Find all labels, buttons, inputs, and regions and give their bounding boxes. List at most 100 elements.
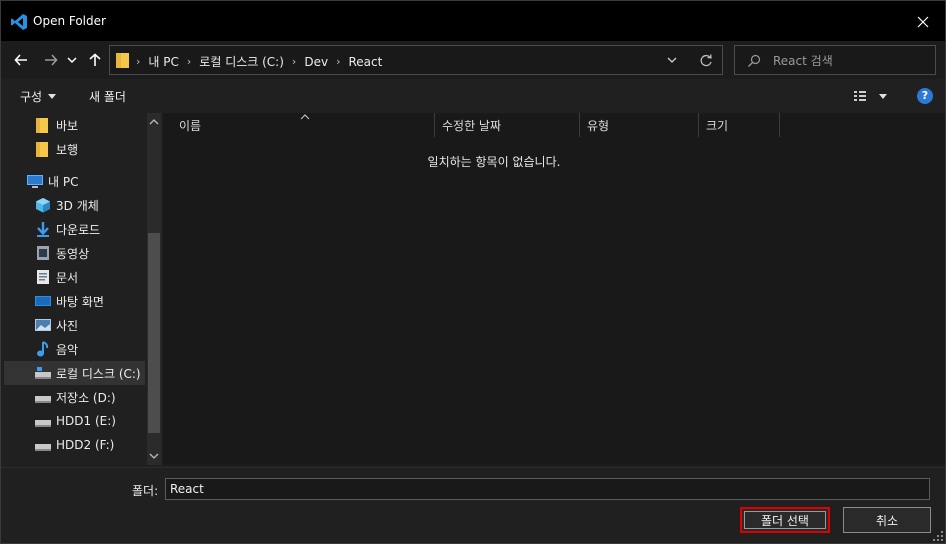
resize-grip-icon[interactable] [933, 531, 943, 541]
details-view-icon [854, 91, 887, 101]
chevron-down-icon[interactable] [147, 449, 161, 463]
forward-button[interactable] [41, 50, 61, 70]
desktop-icon [35, 296, 51, 306]
title-bar: Open Folder [1, 1, 945, 41]
folder-icon [36, 142, 48, 157]
arrow-up-icon [89, 53, 101, 66]
search-box[interactable] [734, 45, 936, 75]
chevron-right-icon[interactable]: › [336, 55, 340, 68]
select-folder-button[interactable]: 폴더 선택 [740, 507, 830, 533]
nav-item-storage-d[interactable]: 저장소 (D:) [4, 385, 145, 409]
nav-item-label: HDD2 (F:) [56, 438, 115, 452]
nav-item-label: 3D 개체 [56, 198, 99, 213]
nav-item-downloads[interactable]: 다운로드 [4, 217, 145, 241]
column-header-label: 수정한 날짜 [442, 118, 502, 133]
column-header-name[interactable]: 이름 [163, 113, 435, 137]
nav-item-label: 동영상 [56, 246, 90, 261]
back-button[interactable] [11, 50, 31, 70]
nav-item-label: 음악 [56, 342, 79, 357]
nav-item-label: 보행 [56, 142, 79, 157]
breadcrumb-item-dev[interactable]: Dev [304, 55, 328, 69]
column-header-label: 이름 [179, 118, 202, 133]
download-icon [37, 222, 49, 237]
vscode-app-icon [11, 14, 27, 30]
nav-item-3d-objects[interactable]: 3D 개체 [4, 193, 145, 217]
folder-name-input[interactable] [165, 478, 930, 500]
drive-icon [35, 420, 51, 427]
command-toolbar: 구성 새 폴더 ? [1, 79, 945, 111]
nav-item-label: 다운로드 [56, 222, 101, 237]
chevron-down-icon [67, 57, 77, 64]
address-row: › 내 PC › 로컬 디스크 (C:) › Dev › React [1, 41, 945, 79]
view-options-button[interactable] [851, 88, 891, 104]
nav-item-label: HDD1 (E:) [56, 414, 116, 428]
nav-item-documents[interactable]: 문서 [4, 265, 145, 289]
folder-icon [36, 118, 48, 133]
new-folder-button[interactable]: 새 폴더 [89, 88, 126, 105]
document-icon [37, 270, 49, 284]
breadcrumb-item-this-pc[interactable]: 내 PC [148, 53, 178, 70]
video-icon [37, 246, 49, 260]
cancel-button[interactable]: 취소 [843, 507, 931, 533]
nav-item-hdd2-f[interactable]: HDD2 (F:) [4, 433, 145, 457]
nav-item-label: 사진 [56, 318, 79, 333]
nav-item-label: 바탕 화면 [56, 294, 104, 309]
computer-icon [27, 175, 43, 188]
close-icon [917, 16, 929, 28]
drive-icon [35, 367, 51, 379]
nav-item-videos[interactable]: 동영상 [4, 241, 145, 265]
open-folder-dialog: Open Folder › 내 PC › 로컬 디스크 (C:) › Dev ›… [0, 0, 946, 544]
nav-item-music[interactable]: 음악 [4, 337, 145, 361]
nav-item-desktop[interactable]: 바탕 화면 [4, 289, 145, 313]
help-button[interactable]: ? [917, 88, 933, 104]
breadcrumb-item-local-disk[interactable]: 로컬 디스크 (C:) [199, 53, 284, 70]
close-button[interactable] [901, 5, 945, 39]
nav-item-label: 저장소 (D:) [56, 390, 116, 405]
scroll-thumb[interactable] [148, 233, 160, 433]
address-history-chevron-icon[interactable] [666, 54, 678, 66]
organize-menu-button[interactable]: 구성 [20, 88, 57, 105]
search-input[interactable] [773, 52, 923, 70]
organize-label: 구성 [20, 90, 43, 104]
breadcrumb: › 내 PC › 로컬 디스크 (C:) › Dev › React [136, 53, 382, 70]
file-list: 이름 수정한 날짜 유형 크기 일치하는 항목이 없습니다. [163, 113, 945, 465]
breadcrumb-item-react[interactable]: React [348, 55, 382, 69]
dialog-footer: 폴더: 폴더 선택 취소 [1, 467, 945, 543]
select-folder-button-label: 폴더 선택 [761, 513, 809, 528]
nav-item-hdd1-e[interactable]: HDD1 (E:) [4, 409, 145, 433]
nav-item-label: 바보 [56, 118, 79, 133]
nav-item-bohaeng[interactable]: 보행 [4, 137, 145, 161]
column-header-type[interactable]: 유형 [580, 113, 699, 137]
folder-icon [116, 53, 129, 68]
window-title: Open Folder [33, 14, 106, 28]
refresh-icon[interactable] [698, 53, 714, 69]
chevron-up-icon[interactable] [147, 115, 161, 129]
chevron-right-icon[interactable]: › [136, 55, 140, 68]
cancel-button-label: 취소 [875, 513, 899, 528]
search-icon [748, 54, 761, 67]
picture-icon [35, 319, 51, 331]
nav-item-label: 내 PC [48, 174, 79, 189]
cube-icon [36, 198, 50, 213]
recent-locations-button[interactable] [65, 50, 79, 70]
folder-label: 폴더: [132, 484, 159, 498]
nav-item-this-pc[interactable]: 내 PC [4, 169, 145, 193]
nav-item-label: 로컬 디스크 (C:) [56, 366, 141, 381]
music-icon [37, 341, 49, 357]
drive-icon [35, 396, 51, 403]
nav-item-pictures[interactable]: 사진 [4, 313, 145, 337]
up-button[interactable] [85, 50, 105, 70]
drive-icon [35, 444, 51, 451]
navigation-pane: 바보 보행 내 PC 3D 개체 다운로드 동영상 문서 바탕 화면 사진 음악… [4, 113, 161, 465]
column-header-modified[interactable]: 수정한 날짜 [435, 113, 580, 137]
column-header-size[interactable]: 크기 [699, 113, 780, 137]
nav-item-local-disk-c[interactable]: 로컬 디스크 (C:) [4, 361, 145, 385]
chevron-right-icon[interactable]: › [187, 55, 191, 68]
column-header-label: 유형 [587, 118, 610, 133]
nav-item-babo[interactable]: 바보 [4, 113, 145, 137]
empty-list-message: 일치하는 항목이 없습니다. [427, 155, 561, 169]
chevron-right-icon[interactable]: › [292, 55, 296, 68]
caret-down-icon [48, 93, 57, 99]
address-bar[interactable]: › 내 PC › 로컬 디스크 (C:) › Dev › React [109, 45, 723, 75]
nav-scrollbar[interactable] [147, 113, 161, 465]
